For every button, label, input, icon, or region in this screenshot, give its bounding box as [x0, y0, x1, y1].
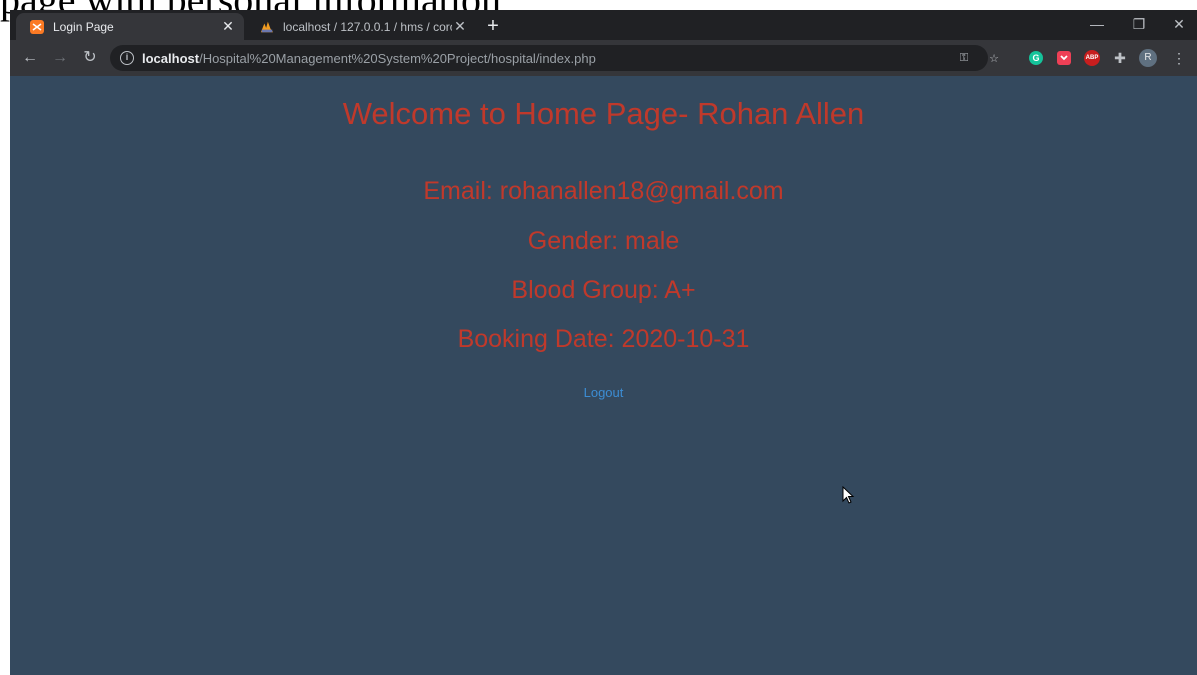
- reload-icon[interactable]: ↻: [80, 48, 100, 68]
- address-path: /Hospital%20Management%20System%20Projec…: [199, 50, 596, 66]
- email-text: Email: rohanallen18@gmail.com: [423, 177, 784, 205]
- adblock-icon[interactable]: ABP: [1083, 49, 1101, 67]
- menu-icon[interactable]: ⋮: [1170, 49, 1188, 67]
- close-tab-icon[interactable]: ✕: [220, 18, 236, 35]
- forward-icon[interactable]: →: [50, 48, 70, 68]
- back-icon[interactable]: ←: [20, 48, 40, 68]
- mouse-cursor-icon: [842, 486, 855, 504]
- profile-initial: R: [1139, 49, 1157, 67]
- grammarly-icon[interactable]: G: [1027, 49, 1045, 67]
- tab-phpmyadmin[interactable]: localhost / 127.0.0.1 / hms / coro ✕: [246, 13, 476, 40]
- booking-date-text: Booking Date: 2020-10-31: [457, 325, 750, 353]
- info-icon[interactable]: i: [120, 51, 134, 65]
- grammarly-label: G: [1029, 51, 1043, 65]
- browser-window: Login Page ✕ localhost / 127.0.0.1 / hms…: [10, 10, 1197, 675]
- profile-avatar[interactable]: R: [1139, 49, 1157, 67]
- pocket-icon[interactable]: [1055, 49, 1073, 67]
- gender-text: Gender: male: [527, 227, 680, 255]
- minimize-icon[interactable]: —: [1079, 13, 1115, 35]
- browser-toolbar: ← → ↻ i localhost/Hospital%20Management%…: [10, 40, 1197, 76]
- tab-login-page[interactable]: Login Page ✕: [16, 13, 244, 40]
- address-bar[interactable]: i localhost/Hospital%20Management%20Syst…: [110, 45, 988, 71]
- blood-group-text: Blood Group: A+: [511, 276, 696, 304]
- address-host: localhost: [142, 50, 200, 66]
- puzzle-icon[interactable]: ✚: [1111, 49, 1129, 67]
- tab-title: localhost / 127.0.0.1 / hms / coro: [283, 19, 452, 34]
- page-title: Welcome to Home Page- Rohan Allen: [342, 96, 865, 131]
- key-icon[interactable]: ⚿: [955, 49, 973, 67]
- xampp-icon: [30, 19, 44, 34]
- restore-icon[interactable]: ❐: [1121, 13, 1157, 35]
- page-content: Welcome to Home Page- Rohan Allen Email:…: [10, 76, 1197, 675]
- tab-strip: Login Page ✕ localhost / 127.0.0.1 / hms…: [10, 10, 1197, 40]
- tab-title: Login Page: [53, 19, 114, 34]
- logout-link[interactable]: Logout: [10, 385, 1197, 400]
- close-window-icon[interactable]: ✕: [1161, 13, 1197, 35]
- new-tab-button[interactable]: +: [482, 15, 504, 37]
- phpmyadmin-icon: [260, 20, 274, 34]
- star-icon[interactable]: ☆: [985, 49, 1003, 67]
- adblock-label: ABP: [1084, 50, 1100, 66]
- close-tab-icon[interactable]: ✕: [452, 18, 468, 35]
